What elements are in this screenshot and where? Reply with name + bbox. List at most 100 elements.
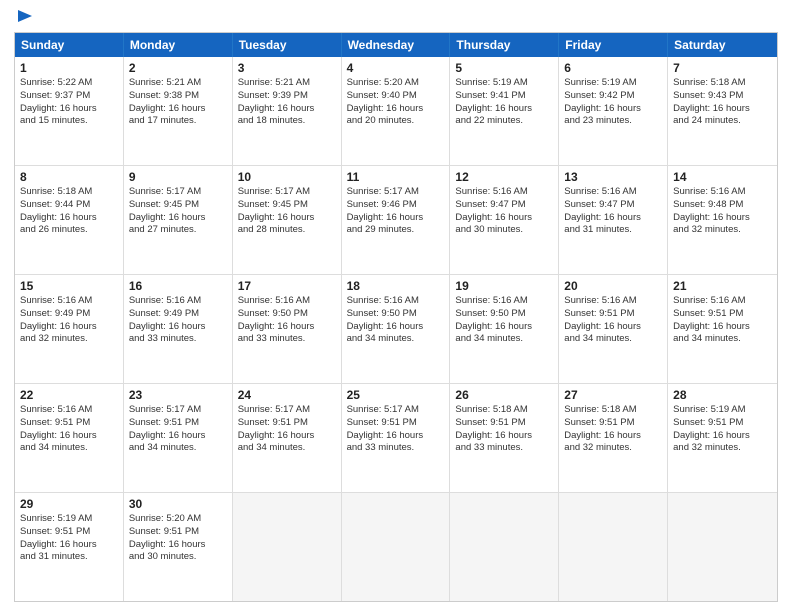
calendar: Sunday Monday Tuesday Wednesday Thursday… bbox=[14, 32, 778, 602]
calendar-cell: 23 Sunrise: 5:17 AMSunset: 9:51 PMDayligh… bbox=[124, 384, 233, 492]
calendar-cell: 3 Sunrise: 5:21 AMSunset: 9:39 PMDaylight… bbox=[233, 57, 342, 165]
calendar-cell: 19 Sunrise: 5:16 AMSunset: 9:50 PMDayligh… bbox=[450, 275, 559, 383]
day-number: 14 bbox=[673, 170, 772, 184]
calendar-cell bbox=[559, 493, 668, 601]
day-info: Sunrise: 5:22 AMSunset: 9:37 PMDaylight:… bbox=[20, 77, 118, 128]
calendar-body: 1Sunrise: 5:22 AMSunset: 9:37 PMDaylight… bbox=[15, 57, 777, 601]
day-info: Sunrise: 5:17 AMSunset: 9:45 PMDaylight:… bbox=[238, 186, 336, 237]
day-number: 17 bbox=[238, 279, 336, 293]
calendar-cell: 15Sunrise: 5:16 AMSunset: 9:49 PMDayligh… bbox=[15, 275, 124, 383]
day-info: Sunrise: 5:16 AMSunset: 9:50 PMDaylight:… bbox=[238, 295, 336, 346]
day-number: 7 bbox=[673, 61, 772, 75]
day-info: Sunrise: 5:17 AMSunset: 9:51 PMDaylight:… bbox=[129, 404, 227, 455]
day-info: Sunrise: 5:19 AMSunset: 9:51 PMDaylight:… bbox=[673, 404, 772, 455]
calendar-cell bbox=[668, 493, 777, 601]
calendar-row: 8 Sunrise: 5:18 AMSunset: 9:44 PMDaylight… bbox=[15, 166, 777, 275]
calendar-header: Sunday Monday Tuesday Wednesday Thursday… bbox=[15, 33, 777, 57]
calendar-cell: 29 Sunrise: 5:19 AMSunset: 9:51 PMDayligh… bbox=[15, 493, 124, 601]
day-info: Sunrise: 5:19 AMSunset: 9:51 PMDaylight:… bbox=[20, 513, 118, 564]
day-number: 25 bbox=[347, 388, 445, 402]
calendar-cell: 26Sunrise: 5:18 AMSunset: 9:51 PMDayligh… bbox=[450, 384, 559, 492]
day-number: 10 bbox=[238, 170, 336, 184]
day-number: 12 bbox=[455, 170, 553, 184]
header-saturday: Saturday bbox=[668, 33, 777, 57]
day-number: 30 bbox=[129, 497, 227, 511]
day-info: Sunrise: 5:18 AMSunset: 9:43 PMDaylight:… bbox=[673, 77, 772, 128]
calendar-cell: 28 Sunrise: 5:19 AMSunset: 9:51 PMDayligh… bbox=[668, 384, 777, 492]
calendar-cell: 8 Sunrise: 5:18 AMSunset: 9:44 PMDaylight… bbox=[15, 166, 124, 274]
calendar-cell: 18Sunrise: 5:16 AMSunset: 9:50 PMDayligh… bbox=[342, 275, 451, 383]
day-number: 4 bbox=[347, 61, 445, 75]
calendar-row: 29 Sunrise: 5:19 AMSunset: 9:51 PMDayligh… bbox=[15, 493, 777, 601]
calendar-cell: 4 Sunrise: 5:20 AMSunset: 9:40 PMDaylight… bbox=[342, 57, 451, 165]
day-number: 20 bbox=[564, 279, 662, 293]
calendar-cell: 13Sunrise: 5:16 AMSunset: 9:47 PMDayligh… bbox=[559, 166, 668, 274]
calendar-cell bbox=[450, 493, 559, 601]
day-info: Sunrise: 5:17 AMSunset: 9:51 PMDaylight:… bbox=[347, 404, 445, 455]
day-info: Sunrise: 5:20 AMSunset: 9:40 PMDaylight:… bbox=[347, 77, 445, 128]
calendar-cell bbox=[342, 493, 451, 601]
calendar-cell: 25 Sunrise: 5:17 AMSunset: 9:51 PMDayligh… bbox=[342, 384, 451, 492]
day-number: 27 bbox=[564, 388, 662, 402]
day-info: Sunrise: 5:16 AMSunset: 9:50 PMDaylight:… bbox=[455, 295, 553, 346]
day-info: Sunrise: 5:21 AMSunset: 9:39 PMDaylight:… bbox=[238, 77, 336, 128]
day-info: Sunrise: 5:16 AMSunset: 9:49 PMDaylight:… bbox=[20, 295, 118, 346]
day-info: Sunrise: 5:16 AMSunset: 9:51 PMDaylight:… bbox=[20, 404, 118, 455]
day-number: 3 bbox=[238, 61, 336, 75]
logo-icon bbox=[16, 8, 34, 30]
calendar-cell: 5 Sunrise: 5:19 AMSunset: 9:41 PMDaylight… bbox=[450, 57, 559, 165]
calendar-cell: 2 Sunrise: 5:21 AMSunset: 9:38 PMDaylight… bbox=[124, 57, 233, 165]
day-number: 19 bbox=[455, 279, 553, 293]
day-number: 24 bbox=[238, 388, 336, 402]
day-info: Sunrise: 5:17 AMSunset: 9:51 PMDaylight:… bbox=[238, 404, 336, 455]
day-number: 8 bbox=[20, 170, 118, 184]
calendar-row: 22 Sunrise: 5:16 AMSunset: 9:51 PMDayligh… bbox=[15, 384, 777, 493]
day-number: 28 bbox=[673, 388, 772, 402]
day-info: Sunrise: 5:18 AMSunset: 9:51 PMDaylight:… bbox=[455, 404, 553, 455]
logo bbox=[14, 10, 34, 24]
day-info: Sunrise: 5:17 AMSunset: 9:45 PMDaylight:… bbox=[129, 186, 227, 237]
day-number: 16 bbox=[129, 279, 227, 293]
day-info: Sunrise: 5:18 AMSunset: 9:44 PMDaylight:… bbox=[20, 186, 118, 237]
calendar-row: 1Sunrise: 5:22 AMSunset: 9:37 PMDaylight… bbox=[15, 57, 777, 166]
header-monday: Monday bbox=[124, 33, 233, 57]
day-number: 6 bbox=[564, 61, 662, 75]
day-number: 2 bbox=[129, 61, 227, 75]
day-info: Sunrise: 5:16 AMSunset: 9:51 PMDaylight:… bbox=[564, 295, 662, 346]
day-info: Sunrise: 5:17 AMSunset: 9:46 PMDaylight:… bbox=[347, 186, 445, 237]
day-info: Sunrise: 5:16 AMSunset: 9:50 PMDaylight:… bbox=[347, 295, 445, 346]
calendar-cell: 1Sunrise: 5:22 AMSunset: 9:37 PMDaylight… bbox=[15, 57, 124, 165]
day-number: 22 bbox=[20, 388, 118, 402]
calendar-cell: 9 Sunrise: 5:17 AMSunset: 9:45 PMDaylight… bbox=[124, 166, 233, 274]
calendar-cell: 14Sunrise: 5:16 AMSunset: 9:48 PMDayligh… bbox=[668, 166, 777, 274]
header-tuesday: Tuesday bbox=[233, 33, 342, 57]
header-sunday: Sunday bbox=[15, 33, 124, 57]
calendar-cell bbox=[233, 493, 342, 601]
day-info: Sunrise: 5:19 AMSunset: 9:42 PMDaylight:… bbox=[564, 77, 662, 128]
header-thursday: Thursday bbox=[450, 33, 559, 57]
calendar-cell: 16Sunrise: 5:16 AMSunset: 9:49 PMDayligh… bbox=[124, 275, 233, 383]
calendar-cell: 11 Sunrise: 5:17 AMSunset: 9:46 PMDayligh… bbox=[342, 166, 451, 274]
day-number: 21 bbox=[673, 279, 772, 293]
day-info: Sunrise: 5:21 AMSunset: 9:38 PMDaylight:… bbox=[129, 77, 227, 128]
calendar-cell: 17 Sunrise: 5:16 AMSunset: 9:50 PMDayligh… bbox=[233, 275, 342, 383]
day-number: 23 bbox=[129, 388, 227, 402]
day-number: 29 bbox=[20, 497, 118, 511]
calendar-cell: 6 Sunrise: 5:19 AMSunset: 9:42 PMDaylight… bbox=[559, 57, 668, 165]
header-friday: Friday bbox=[559, 33, 668, 57]
day-info: Sunrise: 5:19 AMSunset: 9:41 PMDaylight:… bbox=[455, 77, 553, 128]
day-info: Sunrise: 5:18 AMSunset: 9:51 PMDaylight:… bbox=[564, 404, 662, 455]
calendar-cell: 20 Sunrise: 5:16 AMSunset: 9:51 PMDayligh… bbox=[559, 275, 668, 383]
day-number: 13 bbox=[564, 170, 662, 184]
day-number: 5 bbox=[455, 61, 553, 75]
calendar-cell: 12 Sunrise: 5:16 AMSunset: 9:47 PMDayligh… bbox=[450, 166, 559, 274]
calendar-cell: 24 Sunrise: 5:17 AMSunset: 9:51 PMDayligh… bbox=[233, 384, 342, 492]
day-number: 9 bbox=[129, 170, 227, 184]
calendar-row: 15Sunrise: 5:16 AMSunset: 9:49 PMDayligh… bbox=[15, 275, 777, 384]
calendar-cell: 30Sunrise: 5:20 AMSunset: 9:51 PMDayligh… bbox=[124, 493, 233, 601]
calendar-cell: 27 Sunrise: 5:18 AMSunset: 9:51 PMDayligh… bbox=[559, 384, 668, 492]
day-info: Sunrise: 5:16 AMSunset: 9:47 PMDaylight:… bbox=[455, 186, 553, 237]
day-number: 11 bbox=[347, 170, 445, 184]
calendar-cell: 7 Sunrise: 5:18 AMSunset: 9:43 PMDaylight… bbox=[668, 57, 777, 165]
calendar-cell: 22 Sunrise: 5:16 AMSunset: 9:51 PMDayligh… bbox=[15, 384, 124, 492]
